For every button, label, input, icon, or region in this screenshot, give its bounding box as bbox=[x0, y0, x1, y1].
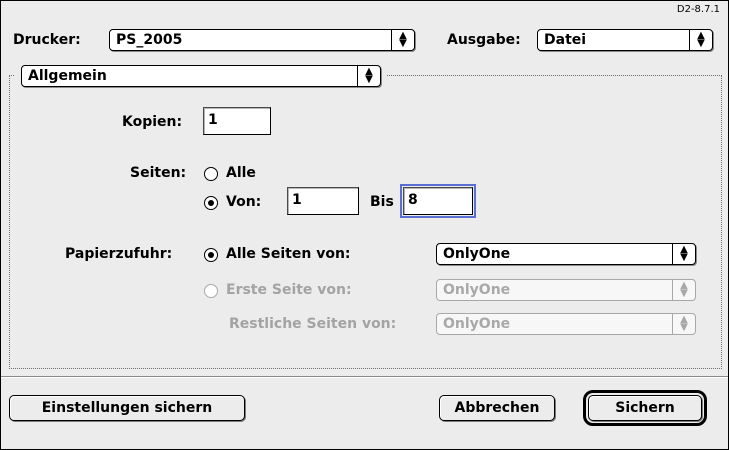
save-settings-button[interactable]: Einstellungen sichern bbox=[9, 395, 245, 421]
remaining-pages-popup-value: OnlyOne bbox=[443, 316, 511, 332]
output-popup[interactable]: Datei ▲ ▼ bbox=[537, 29, 713, 51]
pages-all-label: Alle bbox=[226, 165, 256, 181]
printer-popup-value: PS_2005 bbox=[116, 32, 183, 48]
all-pages-radio[interactable] bbox=[204, 248, 218, 262]
updown-arrows-icon: ▲ ▼ bbox=[680, 244, 688, 263]
updown-arrows-icon: ▲ ▼ bbox=[697, 30, 705, 49]
updown-arrows-icon: ▲ ▼ bbox=[365, 66, 373, 85]
output-popup-value: Datei bbox=[544, 32, 587, 48]
pages-to-label: Bis bbox=[370, 194, 394, 210]
printer-popup[interactable]: PS_2005 ▲ ▼ bbox=[109, 29, 415, 51]
all-pages-popup-value: OnlyOne bbox=[443, 246, 511, 262]
pages-label: Seiten: bbox=[130, 165, 187, 181]
remaining-pages-label: Restliche Seiten von: bbox=[229, 316, 397, 332]
pages-all-radio[interactable] bbox=[204, 167, 218, 181]
updown-arrows-icon: ▲ ▼ bbox=[399, 30, 407, 49]
paper-source-label: Papierzufuhr: bbox=[65, 246, 173, 262]
pages-to-field[interactable]: 8 bbox=[400, 184, 476, 218]
updown-arrows-icon: ▲ ▼ bbox=[680, 314, 688, 333]
panel-popup[interactable]: Allgemein ▲ ▼ bbox=[21, 65, 381, 87]
dialog-divider bbox=[1, 376, 728, 378]
print-dialog: D2-8.7.1 Drucker: PS_2005 ▲ ▼ Ausgabe: Da… bbox=[0, 0, 729, 450]
first-page-popup[interactable]: OnlyOne ▲ ▼ bbox=[436, 279, 696, 301]
all-pages-popup[interactable]: OnlyOne ▲ ▼ bbox=[436, 243, 696, 265]
save-button[interactable]: Sichern bbox=[583, 390, 707, 426]
pages-from-label: Von: bbox=[226, 194, 262, 210]
version-label: D2-8.7.1 bbox=[676, 4, 720, 15]
updown-arrows-icon: ▲ ▼ bbox=[680, 280, 688, 299]
copies-label: Kopien: bbox=[122, 114, 183, 130]
output-label: Ausgabe: bbox=[447, 32, 521, 48]
copies-field[interactable]: 1 bbox=[203, 107, 271, 135]
remaining-pages-popup[interactable]: OnlyOne ▲ ▼ bbox=[436, 313, 696, 335]
first-page-popup-value: OnlyOne bbox=[443, 282, 511, 298]
printer-label: Drucker: bbox=[13, 32, 81, 48]
first-page-radio[interactable] bbox=[204, 284, 218, 298]
first-page-label: Erste Seite von: bbox=[226, 282, 352, 298]
cancel-button[interactable]: Abbrechen bbox=[439, 395, 555, 421]
panel-popup-value: Allgemein bbox=[28, 68, 107, 84]
pages-from-field[interactable]: 1 bbox=[287, 187, 359, 215]
all-pages-label: Alle Seiten von: bbox=[226, 246, 351, 262]
pages-from-radio[interactable] bbox=[204, 196, 218, 210]
